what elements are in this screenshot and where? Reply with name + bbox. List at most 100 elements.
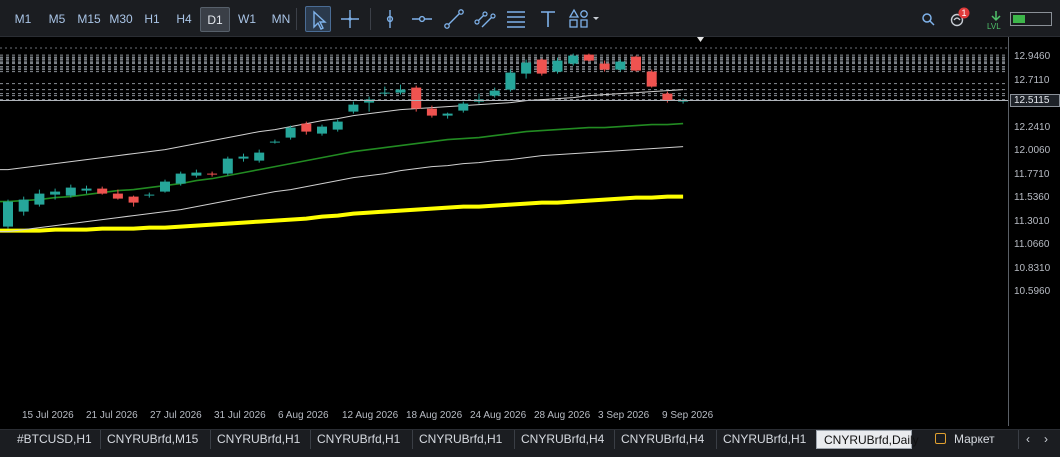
tabs-scroll-right-icon[interactable]: › bbox=[1038, 430, 1054, 449]
chart-tab[interactable]: CNYRUBrfd,H4 bbox=[614, 430, 717, 449]
timeframe-m1[interactable]: M1 bbox=[9, 7, 37, 32]
candle[interactable] bbox=[34, 189, 45, 207]
chart-tab[interactable]: CNYRUBrfd,M15 bbox=[100, 430, 211, 449]
candle[interactable] bbox=[411, 85, 422, 112]
crosshair-icon[interactable] bbox=[337, 6, 363, 32]
date-tick-label: 31 Jul 2026 bbox=[214, 410, 266, 421]
candle[interactable] bbox=[191, 169, 202, 178]
candle[interactable] bbox=[222, 156, 233, 176]
candle-body bbox=[18, 199, 29, 212]
timeframe-mn[interactable]: MN bbox=[267, 7, 295, 32]
candle[interactable] bbox=[583, 53, 594, 62]
candle[interactable] bbox=[285, 125, 296, 140]
candle[interactable] bbox=[301, 121, 312, 135]
candle[interactable] bbox=[505, 69, 516, 92]
timeframe-w1[interactable]: W1 bbox=[235, 7, 259, 32]
lvl-icon[interactable]: LVL bbox=[983, 6, 1009, 32]
channel-icon[interactable] bbox=[472, 6, 498, 32]
candle[interactable] bbox=[81, 185, 92, 194]
candle[interactable] bbox=[238, 153, 249, 162]
fibonacci-icon[interactable] bbox=[503, 6, 529, 32]
text-icon[interactable] bbox=[535, 6, 561, 32]
candle-body bbox=[112, 193, 123, 199]
candle-body bbox=[65, 187, 76, 196]
candle[interactable] bbox=[458, 101, 469, 113]
candle[interactable] bbox=[536, 58, 547, 76]
date-tick-label: 18 Aug 2026 bbox=[406, 410, 463, 421]
candle[interactable] bbox=[646, 69, 657, 88]
candle[interactable] bbox=[207, 171, 218, 177]
candle[interactable] bbox=[364, 96, 375, 112]
price-tick-label: 11.7710 bbox=[1014, 168, 1050, 180]
date-tick-label: 12 Aug 2026 bbox=[342, 410, 399, 421]
tab-label: Маркет bbox=[954, 432, 995, 446]
tab-label: CNYRUBrfd,H1 bbox=[217, 432, 301, 446]
candle[interactable] bbox=[442, 112, 453, 119]
notifications-icon[interactable]: 1 bbox=[946, 6, 972, 32]
candle[interactable] bbox=[18, 196, 29, 216]
candle-body bbox=[81, 188, 92, 191]
candle[interactable] bbox=[269, 139, 280, 144]
tab-label: CNYRUBrfd,H1 bbox=[419, 432, 503, 446]
tab-label: #BTCUSD,H1 bbox=[17, 432, 92, 446]
timeframe-h4[interactable]: H4 bbox=[172, 7, 196, 32]
chart-tab[interactable]: CNYRUBrfd,H1 bbox=[210, 430, 311, 449]
timeframe-h1[interactable]: H1 bbox=[140, 7, 164, 32]
candle-body bbox=[348, 104, 359, 112]
candle-body bbox=[160, 181, 170, 192]
timeframe-m30[interactable]: M30 bbox=[106, 7, 136, 32]
candle-body bbox=[97, 188, 108, 194]
tabs-scroll-left-icon[interactable]: ‹ bbox=[1020, 430, 1036, 449]
notification-count-badge: 1 bbox=[961, 8, 967, 18]
candle-body bbox=[317, 126, 327, 134]
chart-tabs-bar: ‹ › #BTCUSD,H1 CNYRUBrfd,M15 CNYRUBrfd,H1 C… bbox=[0, 429, 1060, 457]
candle[interactable] bbox=[631, 55, 641, 72]
tab-label: CNYRUBrfd,H4 bbox=[621, 432, 705, 446]
chart-canvas[interactable] bbox=[0, 37, 1008, 426]
candle[interactable] bbox=[317, 124, 327, 136]
tab-label: CNYRUBrfd,H1 bbox=[723, 432, 807, 446]
search-icon[interactable] bbox=[915, 6, 941, 32]
timeframe-d1[interactable]: D1 bbox=[200, 7, 230, 32]
chart-tab[interactable]: CNYRUBrfd,H1 bbox=[310, 430, 413, 449]
candle[interactable] bbox=[128, 195, 139, 207]
timeframe-m5[interactable]: M5 bbox=[43, 7, 71, 32]
price-tick-label: 11.3010 bbox=[1014, 215, 1050, 227]
horizontal-line-icon[interactable] bbox=[409, 6, 435, 32]
candle[interactable] bbox=[175, 171, 186, 186]
candle[interactable] bbox=[254, 149, 265, 163]
candle-body bbox=[175, 173, 186, 184]
candle[interactable] bbox=[97, 186, 108, 195]
date-tick-label: 28 Aug 2026 bbox=[534, 410, 591, 421]
tab-market[interactable]: Маркет bbox=[928, 430, 1019, 449]
price-chart[interactable] bbox=[0, 37, 1008, 426]
trendline-icon[interactable] bbox=[441, 6, 467, 32]
chart-tab[interactable]: CNYRUBrfd,H1 bbox=[716, 430, 817, 449]
vertical-line-icon[interactable] bbox=[377, 6, 403, 32]
candle-body bbox=[254, 152, 265, 161]
chart-tab[interactable]: #BTCUSD,H1 bbox=[10, 430, 101, 449]
timeframe-m15[interactable]: M15 bbox=[74, 7, 104, 32]
candle-body bbox=[662, 93, 673, 101]
candle-body bbox=[599, 63, 610, 70]
chart-tab[interactable]: CNYRUBrfd,H1 bbox=[412, 430, 515, 449]
candle-body bbox=[442, 113, 453, 116]
tab-label: CNYRUBrfd,H4 bbox=[521, 432, 605, 446]
chart-tab[interactable]: CNYRUBrfd,H4 bbox=[514, 430, 615, 449]
candle[interactable] bbox=[379, 86, 390, 96]
lvl-label: LVL bbox=[987, 22, 1001, 31]
chart-tab[interactable]: CNYRUBrfd,Daily bbox=[816, 430, 919, 449]
candle[interactable] bbox=[144, 192, 155, 198]
shapes-icon[interactable] bbox=[566, 6, 599, 32]
candle-body bbox=[128, 196, 139, 203]
moving-average-line bbox=[0, 194, 684, 233]
cursor-icon[interactable] bbox=[305, 6, 331, 32]
candle[interactable] bbox=[332, 119, 343, 132]
candle[interactable] bbox=[3, 199, 13, 229]
candle[interactable] bbox=[160, 179, 170, 193]
chart-shift-marker[interactable] bbox=[697, 37, 704, 42]
candle[interactable] bbox=[615, 59, 626, 72]
price-axis[interactable]: 12.946012.711012.476012.241012.006011.77… bbox=[1008, 37, 1060, 426]
price-tick-label: 12.7110 bbox=[1014, 74, 1050, 86]
candle[interactable] bbox=[348, 101, 359, 114]
